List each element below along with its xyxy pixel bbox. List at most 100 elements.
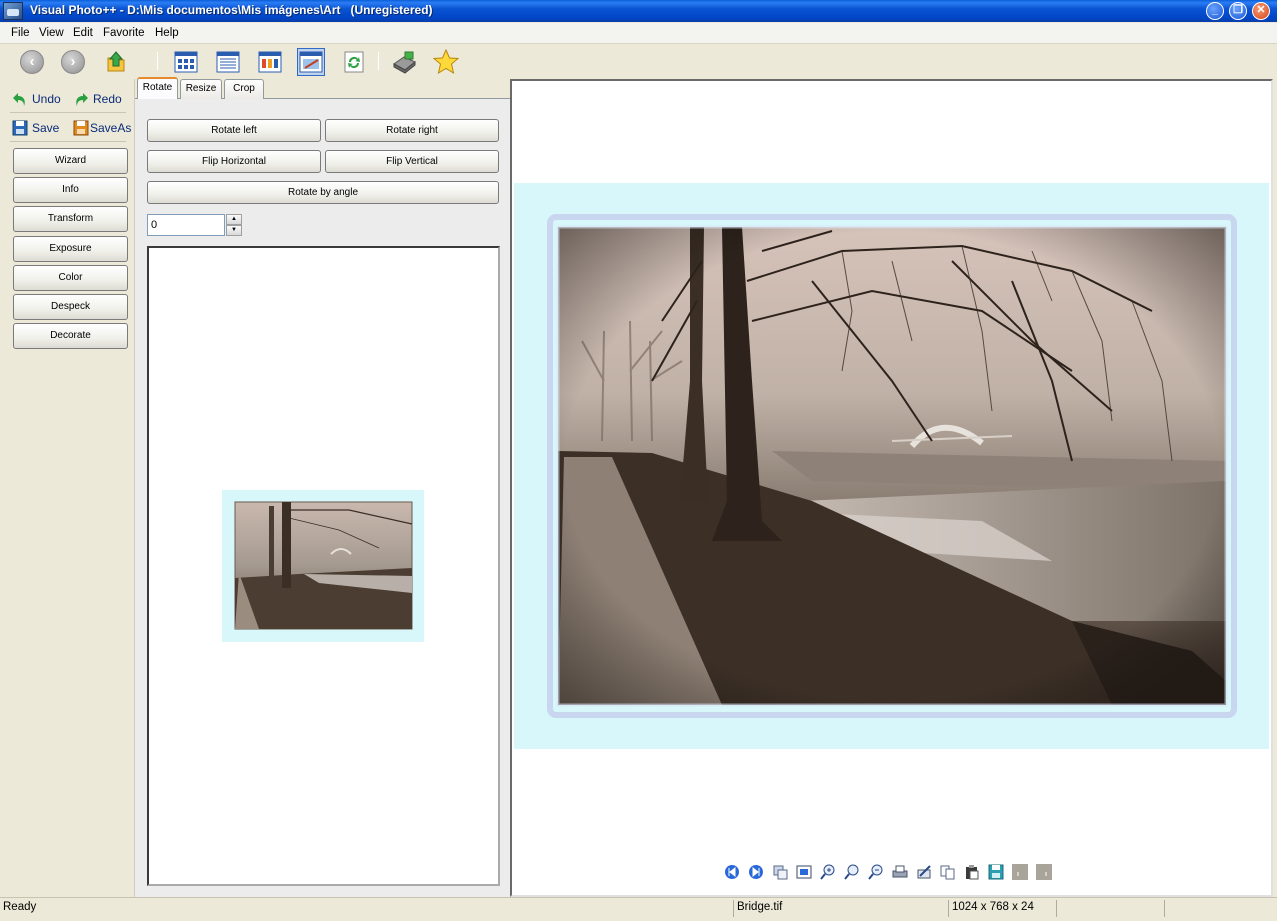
- spin-down-button[interactable]: ▼: [226, 225, 242, 236]
- main-image[interactable]: [512, 81, 1271, 861]
- favorite-button[interactable]: [432, 48, 460, 76]
- undo-icon: [13, 93, 25, 106]
- save-image-button[interactable]: [986, 863, 1006, 881]
- menu-view[interactable]: View: [39, 27, 64, 39]
- transform-button[interactable]: Transform: [13, 206, 128, 232]
- info-button[interactable]: Info: [13, 177, 128, 203]
- app-icon[interactable]: [3, 2, 23, 20]
- zoom-out-button[interactable]: [866, 863, 886, 881]
- saveas-button[interactable]: SaveAs: [73, 120, 131, 136]
- save-button[interactable]: Save: [12, 120, 59, 136]
- paste-icon: [966, 865, 979, 880]
- copy-icon: [940, 865, 955, 880]
- first-image-icon: [725, 865, 739, 879]
- refresh-icon: [344, 51, 364, 73]
- fit-to-window-icon: [796, 865, 812, 879]
- angle-input[interactable]: [147, 214, 225, 236]
- zoom-actual-button[interactable]: [842, 863, 862, 881]
- redo-button[interactable]: Redo: [73, 91, 122, 107]
- decorate-button[interactable]: Decorate: [13, 323, 128, 349]
- viewer-nav-bar: [722, 863, 1054, 883]
- status-pane-empty: [1164, 900, 1277, 917]
- menu-help[interactable]: Help: [155, 27, 179, 39]
- close-button[interactable]: ✕: [1252, 2, 1270, 20]
- forward-button[interactable]: ›: [59, 48, 87, 76]
- preview-area: [147, 246, 500, 886]
- menu-favorite[interactable]: Favorite: [103, 27, 145, 39]
- zoom-in-button[interactable]: [818, 863, 838, 881]
- up-folder-icon: [107, 51, 125, 72]
- print-icon: [892, 865, 908, 878]
- toolbar-separator: [157, 52, 158, 70]
- favorite-star-icon: [433, 49, 459, 75]
- paste-button[interactable]: [962, 863, 982, 881]
- transform-panel: Rotate left Rotate right Flip Horizontal…: [135, 77, 510, 897]
- menu-bar: File View Edit Favorite Help: [0, 23, 1277, 44]
- status-dimensions: 1024 x 768 x 24: [948, 900, 1056, 917]
- image-edit-view-icon: [299, 51, 323, 73]
- thumbnails-view-icon: [174, 51, 198, 73]
- zoom-actual-icon: [844, 864, 859, 880]
- copy-to-icon: [773, 865, 788, 880]
- command-panel: Undo Redo Save SaveAs Wizard Info Transf…: [0, 79, 135, 897]
- back-button[interactable]: ‹: [18, 48, 46, 76]
- next-image-button[interactable]: [746, 863, 766, 881]
- rotate-by-angle-button[interactable]: Rotate by angle: [147, 181, 499, 204]
- menu-file[interactable]: File: [11, 27, 30, 39]
- divider: [10, 141, 126, 142]
- status-pane-empty: [1056, 900, 1164, 917]
- edit-button[interactable]: [914, 863, 934, 881]
- tab-crop[interactable]: Crop: [224, 79, 264, 99]
- refresh-button[interactable]: [340, 48, 368, 76]
- redo-label: Redo: [93, 92, 122, 106]
- restore-button[interactable]: ❐: [1229, 2, 1247, 20]
- copy-to-button[interactable]: [770, 863, 790, 881]
- title-bar: Visual Photo++ - D:\Mis documentos\Mis i…: [0, 0, 1277, 22]
- print-button[interactable]: [890, 863, 910, 881]
- fit-to-window-button[interactable]: [794, 863, 814, 881]
- edit-view-button[interactable]: [297, 48, 325, 76]
- forward-icon: ›: [61, 50, 85, 74]
- rotate-right-button[interactable]: Rotate right: [325, 119, 499, 142]
- filmstrip-view-button[interactable]: [256, 48, 284, 76]
- next-page-icon: [1036, 864, 1052, 880]
- details-view-button[interactable]: [214, 48, 242, 76]
- prev-page-button[interactable]: [1010, 863, 1030, 881]
- despeck-button[interactable]: Despeck: [13, 294, 128, 320]
- status-filename: Bridge.tif: [733, 900, 948, 917]
- angle-spinner: ▲ ▼: [147, 214, 243, 236]
- copy-button[interactable]: [938, 863, 958, 881]
- status-text: Ready: [3, 901, 37, 913]
- scanner-button[interactable]: [390, 48, 418, 76]
- toolbar: ‹ ›: [0, 44, 470, 78]
- minimize-button[interactable]: _: [1206, 2, 1224, 20]
- menu-edit[interactable]: Edit: [73, 27, 93, 39]
- redo-icon: [76, 93, 88, 106]
- prev-page-icon: [1012, 864, 1028, 880]
- edit-icon: [917, 865, 931, 879]
- status-bar: Ready Bridge.tif 1024 x 768 x 24: [0, 897, 1277, 921]
- save-icon: [988, 864, 1004, 880]
- zoom-in-icon: [820, 864, 835, 880]
- scanner-icon: [393, 51, 416, 74]
- next-page-button[interactable]: [1034, 863, 1054, 881]
- thumbnails-view-button[interactable]: [172, 48, 200, 76]
- window-title: Visual Photo++ - D:\Mis documentos\Mis i…: [30, 3, 433, 17]
- divider: [10, 112, 126, 113]
- first-image-button[interactable]: [722, 863, 742, 881]
- tab-resize[interactable]: Resize: [180, 79, 222, 99]
- filmstrip-view-icon: [258, 51, 282, 73]
- wizard-button[interactable]: Wizard: [13, 148, 128, 174]
- saveas-label: SaveAs: [90, 121, 132, 135]
- saveas-icon: [73, 120, 89, 136]
- up-folder-button[interactable]: [102, 48, 130, 76]
- color-button[interactable]: Color: [13, 265, 128, 291]
- flip-vertical-button[interactable]: Flip Vertical: [325, 150, 499, 173]
- flip-horizontal-button[interactable]: Flip Horizontal: [147, 150, 321, 173]
- exposure-button[interactable]: Exposure: [13, 236, 128, 262]
- spin-up-button[interactable]: ▲: [226, 214, 242, 225]
- tab-rotate[interactable]: Rotate: [137, 77, 178, 99]
- toolbar-separator: [378, 52, 379, 70]
- undo-button[interactable]: Undo: [12, 91, 61, 107]
- rotate-left-button[interactable]: Rotate left: [147, 119, 321, 142]
